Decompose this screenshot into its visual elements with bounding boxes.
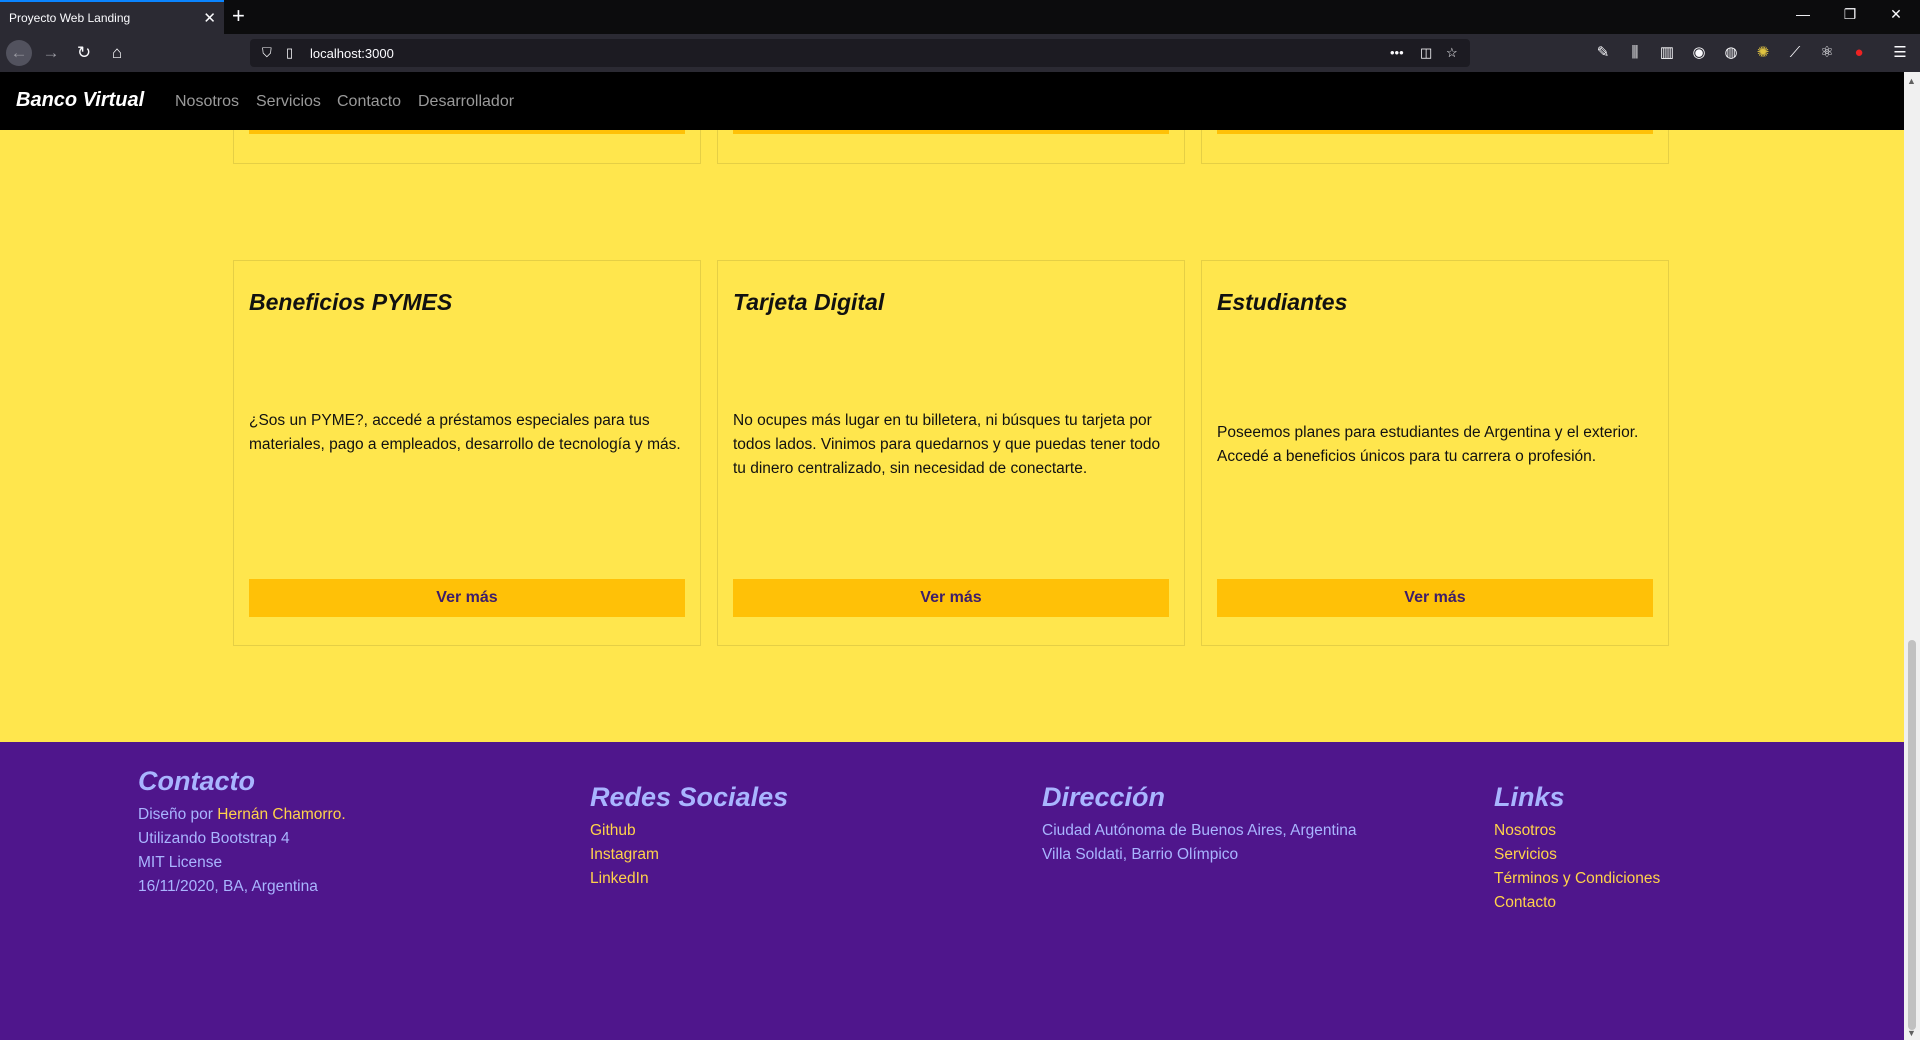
footer-redes-sociales: Redes Sociales Github Instagram LinkedIn xyxy=(590,782,788,891)
close-window-icon[interactable]: ✕ xyxy=(1873,6,1919,23)
account-icon[interactable]: ◉ xyxy=(1689,44,1709,62)
sidebar-icon[interactable]: ▥ xyxy=(1657,44,1677,62)
footer-link-servicios[interactable]: Servicios xyxy=(1494,843,1660,867)
ver-mas-button[interactable]: Ver más xyxy=(1217,579,1653,617)
brand-logo[interactable]: Banco Virtual xyxy=(16,89,144,112)
bookmark-star-icon[interactable]: ☆ xyxy=(1446,45,1458,61)
card-title: Beneficios PYMES xyxy=(249,289,453,315)
forward-icon[interactable]: → xyxy=(38,40,64,66)
browser-tab[interactable]: Proyecto Web Landing ✕ xyxy=(0,0,224,34)
design-prefix: Diseño por xyxy=(138,806,218,823)
site-footer: Contacto Diseño por Hernán Chamorro. Uti… xyxy=(0,742,1904,1040)
browser-toolbar: ← → ↻ ⌂ ⛉ ▯ localhost:3000 ••• ◫ ☆ ✎ ⫼ ▥… xyxy=(0,34,1920,72)
card-title: Tarjeta Digital xyxy=(733,289,885,315)
github-link[interactable]: Github xyxy=(590,819,788,843)
site-navbar: Banco Virtual Nosotros Servicios Contact… xyxy=(0,72,1904,130)
nav-link-desarrollador[interactable]: Desarrollador xyxy=(418,93,514,111)
nav-link-servicios[interactable]: Servicios xyxy=(256,93,321,111)
shield-icon[interactable]: ⛉ xyxy=(262,45,272,61)
footer-line: Utilizando Bootstrap 4 xyxy=(138,830,290,847)
url-text[interactable]: localhost:3000 xyxy=(310,46,394,61)
ver-mas-button[interactable]: Ver más xyxy=(733,579,1169,617)
pocket-icon[interactable]: ◫ xyxy=(1420,45,1432,61)
minimize-window-icon[interactable]: — xyxy=(1780,6,1826,22)
scrollbar-thumb[interactable] xyxy=(1908,640,1916,1030)
extension-globe-icon[interactable]: ◍ xyxy=(1721,44,1741,62)
linkedin-link[interactable]: LinkedIn xyxy=(590,867,788,891)
ver-mas-button[interactable]: Ver más xyxy=(249,579,685,617)
footer-heading: Links xyxy=(1494,782,1565,812)
footer-heading: Redes Sociales xyxy=(590,782,789,812)
footer-line: Ciudad Autónoma de Buenos Aires, Argenti… xyxy=(1042,822,1357,839)
footer-link-terminos[interactable]: Términos y Condiciones xyxy=(1494,867,1660,891)
page-viewport: Banco Virtual Nosotros Servicios Contact… xyxy=(0,72,1904,1040)
card-button-partial[interactable] xyxy=(249,130,685,134)
card-text: No ocupes más lugar en tu billetera, ni … xyxy=(733,412,1161,477)
footer-heading: Dirección xyxy=(1042,782,1166,812)
card-button-partial[interactable] xyxy=(1217,130,1653,134)
new-tab-button[interactable]: + xyxy=(232,4,245,28)
footer-link-nosotros[interactable]: Nosotros xyxy=(1494,819,1660,843)
library-icon[interactable]: ⫼ xyxy=(1625,44,1645,62)
reload-icon[interactable]: ↻ xyxy=(71,40,97,66)
restore-window-icon[interactable]: ❐ xyxy=(1827,6,1873,23)
eyedropper-icon[interactable]: ⟋ xyxy=(1785,44,1805,62)
instagram-link[interactable]: Instagram xyxy=(590,843,788,867)
footer-design-line: Diseño por Hernán Chamorro. xyxy=(138,803,346,827)
footer-line: MIT License xyxy=(138,854,223,871)
tab-title: Proyecto Web Landing xyxy=(9,11,131,25)
nav-link-nosotros[interactable]: Nosotros xyxy=(175,93,239,111)
tomato-extension-icon[interactable]: ● xyxy=(1849,44,1869,62)
card-tarjeta-digital: Tarjeta Digital No ocupes más lugar en t… xyxy=(717,260,1185,646)
card-estudiantes: Estudiantes Poseemos planes para estudia… xyxy=(1201,260,1669,646)
page-icon: ▯ xyxy=(286,45,294,60)
color-picker-icon[interactable]: ✺ xyxy=(1753,44,1773,62)
footer-link-contacto[interactable]: Contacto xyxy=(1494,891,1660,915)
back-icon[interactable]: ← xyxy=(6,40,32,66)
card-title: Estudiantes xyxy=(1217,289,1348,315)
footer-links: Links Nosotros Servicios Términos y Cond… xyxy=(1494,782,1660,915)
scroll-up-arrow-icon[interactable]: ▲ xyxy=(1907,76,1916,86)
url-bar[interactable]: ⛉ ▯ localhost:3000 ••• ◫ ☆ xyxy=(250,39,1470,67)
more-actions-icon[interactable]: ••• xyxy=(1390,45,1404,60)
nav-link-contacto[interactable]: Contacto xyxy=(337,93,401,111)
card-text: ¿Sos un PYME?, accedé a préstamos especi… xyxy=(249,412,681,453)
browser-tab-strip: Proyecto Web Landing ✕ + — ❐ ✕ xyxy=(0,0,1920,34)
menu-icon[interactable]: ☰ xyxy=(1890,44,1910,62)
card-button-partial[interactable] xyxy=(733,130,1169,134)
react-devtools-icon[interactable]: ⚛ xyxy=(1817,44,1837,62)
footer-heading: Contacto xyxy=(138,766,255,796)
home-icon[interactable]: ⌂ xyxy=(104,40,130,66)
footer-contacto: Contacto Diseño por Hernán Chamorro. Uti… xyxy=(138,766,346,899)
scroll-down-arrow-icon[interactable]: ▼ xyxy=(1907,1028,1916,1038)
author-link[interactable]: Hernán Chamorro. xyxy=(217,806,345,823)
wrench-icon[interactable]: ✎ xyxy=(1593,44,1613,62)
card-text: Poseemos planes para estudiantes de Arge… xyxy=(1217,424,1639,465)
close-tab-icon[interactable]: ✕ xyxy=(203,9,216,27)
footer-direccion: Dirección Ciudad Autónoma de Buenos Aire… xyxy=(1042,782,1357,867)
footer-line: Villa Soldati, Barrio Olímpico xyxy=(1042,846,1239,863)
page-scrollbar[interactable]: ▲ ▼ xyxy=(1904,72,1920,1040)
footer-line: 16/11/2020, BA, Argentina xyxy=(138,878,318,895)
card-beneficios-pymes: Beneficios PYMES ¿Sos un PYME?, accedé a… xyxy=(233,260,701,646)
